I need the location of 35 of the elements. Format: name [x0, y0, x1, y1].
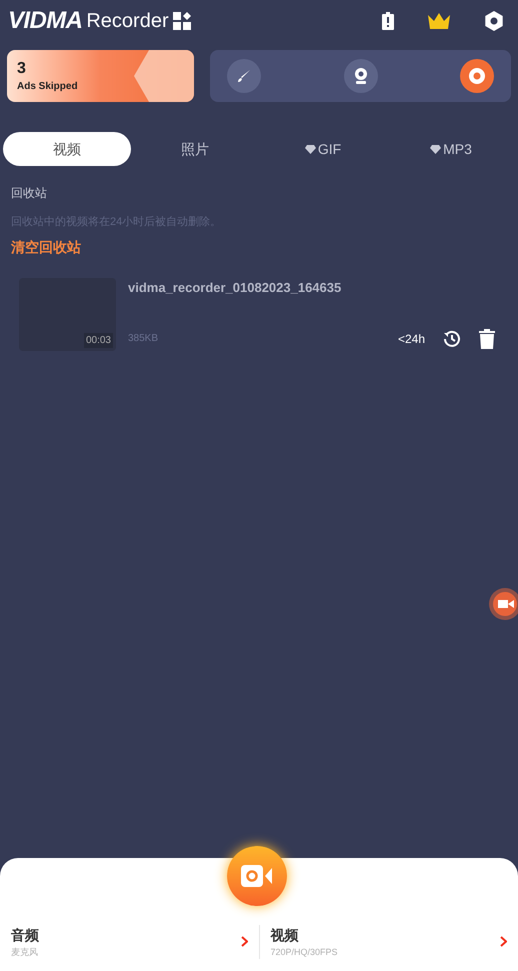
trash-icon[interactable]	[479, 328, 495, 348]
restore-icon[interactable]	[443, 330, 461, 348]
hexagon-drawing	[134, 50, 194, 102]
app-title: Recorder	[86, 9, 169, 34]
crown-icon[interactable]	[428, 13, 450, 29]
record-option[interactable]: 视频 720P/HQ/30FPS	[270, 924, 338, 959]
grid-icon	[172, 12, 191, 30]
logo: VIDMA	[8, 6, 82, 36]
floating-record-button[interactable]	[489, 588, 518, 620]
duration-label: 00:03	[84, 332, 113, 348]
ads-count: 3	[17, 58, 27, 78]
video-thumbnail[interactable]: 00:03	[19, 278, 116, 350]
battery-icon[interactable]	[382, 12, 394, 30]
video-camera-icon	[241, 865, 273, 887]
record-button[interactable]	[227, 846, 287, 906]
tab[interactable]: MP3	[387, 132, 515, 166]
ads-skipped-card[interactable]: 3 Ads Skipped	[7, 50, 194, 102]
brush-icon	[236, 68, 252, 84]
tool-button[interactable]	[460, 59, 494, 93]
chevron-right-icon[interactable]	[240, 936, 248, 948]
chevron-right-icon[interactable]	[500, 936, 507, 948]
webcam-icon	[352, 67, 368, 85]
clear-bin-link[interactable]: 清空回收站	[11, 236, 81, 258]
time-remaining: <24h	[398, 330, 425, 348]
tab[interactable]: 照片	[131, 132, 259, 166]
tab[interactable]: 视频	[3, 132, 131, 166]
record-option[interactable]: 音频 麦克风	[11, 924, 39, 959]
file-name: vidma_recorder_01082023_164635	[128, 278, 342, 296]
record-icon	[468, 67, 486, 85]
section-title: 回收站	[11, 185, 48, 202]
settings-icon[interactable]	[484, 11, 504, 31]
tab[interactable]: GIF	[259, 132, 387, 166]
tool-button[interactable]	[344, 59, 378, 93]
file-size: 385KB	[128, 332, 158, 346]
ads-label: Ads Skipped	[17, 80, 79, 94]
